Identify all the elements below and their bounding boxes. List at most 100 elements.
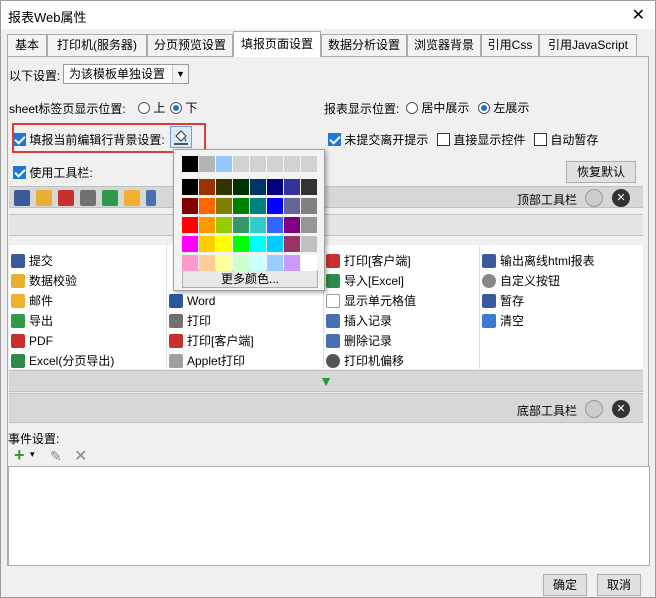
color-swatch[interactable]	[267, 236, 283, 252]
color-swatch[interactable]	[267, 217, 283, 233]
events-list[interactable]	[8, 466, 650, 566]
validate-icon[interactable]	[36, 190, 52, 206]
color-swatch[interactable]	[216, 236, 232, 252]
grid-item-import-excel[interactable]: 导入[Excel]	[326, 271, 404, 291]
color-swatch[interactable]	[199, 236, 215, 252]
sheet-bottom-radio[interactable]: 下	[170, 99, 197, 116]
more-icon[interactable]	[146, 190, 156, 206]
tab-css[interactable]: 引用Css	[481, 34, 539, 56]
grid-item-applet-print[interactable]: Applet打印	[169, 351, 245, 371]
scope-select[interactable]: 为该模板单独设置 ▼	[63, 64, 189, 84]
color-swatch[interactable]	[182, 179, 198, 195]
color-swatch[interactable]	[250, 236, 266, 252]
grid-item-insert-row[interactable]: 插入记录	[326, 311, 392, 331]
more-colors-button[interactable]: 更多颜色...	[182, 270, 318, 288]
grid-item-delete-row[interactable]: 删除记录	[326, 331, 392, 351]
color-swatch[interactable]	[250, 179, 266, 195]
color-swatch[interactable]	[250, 198, 266, 214]
grid-item-clear[interactable]: 清空	[482, 311, 524, 331]
submit-icon[interactable]	[14, 190, 30, 206]
grid-item-excel-page[interactable]: Excel(分页导出)	[11, 351, 114, 371]
color-swatch[interactable]	[267, 255, 283, 271]
grid-item-printer-offset[interactable]: 打印机偏移	[326, 351, 404, 371]
color-swatch[interactable]	[216, 198, 232, 214]
color-swatch[interactable]	[301, 156, 317, 172]
color-swatch[interactable]	[199, 198, 215, 214]
color-swatch[interactable]	[216, 156, 232, 172]
add-icon[interactable]: +	[14, 445, 25, 466]
color-swatch[interactable]	[301, 198, 317, 214]
grid-item-show-cell[interactable]: 显示单元格值	[326, 291, 416, 311]
color-swatch[interactable]	[267, 156, 283, 172]
color-swatch[interactable]	[233, 217, 249, 233]
color-swatch[interactable]	[233, 156, 249, 172]
grid-item-submit[interactable]: 提交	[11, 251, 53, 271]
pdf-icon[interactable]	[58, 190, 74, 206]
mail-icon[interactable]	[124, 190, 140, 206]
grid-item-stash[interactable]: 暂存	[482, 291, 524, 311]
tab-fill-page[interactable]: 填报页面设置	[233, 31, 321, 57]
paint-bucket-button[interactable]	[170, 126, 192, 148]
report-left-radio[interactable]: 左展示	[478, 99, 529, 116]
color-swatch[interactable]	[267, 179, 283, 195]
grid-item-offline-html[interactable]: 输出离线html报表	[482, 251, 595, 271]
tab-basic[interactable]: 基本	[7, 34, 47, 56]
report-center-radio[interactable]: 居中展示	[406, 99, 469, 116]
color-swatch[interactable]	[267, 198, 283, 214]
color-swatch[interactable]	[301, 217, 317, 233]
toolbar-checkbox[interactable]: 使用工具栏:	[13, 164, 93, 181]
color-swatch[interactable]	[301, 255, 317, 271]
color-swatch[interactable]	[233, 198, 249, 214]
color-swatch[interactable]	[182, 217, 198, 233]
restore-default-button[interactable]: 恢复默认	[566, 161, 636, 183]
color-swatch[interactable]	[284, 198, 300, 214]
grid-item-print-client2[interactable]: 打印[客户端]	[326, 251, 411, 271]
arrow-down-icon[interactable]: ▼	[319, 373, 333, 389]
fill-bg-checkbox[interactable]: 填报当前编辑行背景设置:	[13, 131, 165, 148]
tab-browser-bg[interactable]: 浏览器背景	[407, 34, 481, 56]
color-swatch[interactable]	[233, 179, 249, 195]
tab-data-analysis[interactable]: 数据分析设置	[321, 34, 407, 56]
grid-item-export[interactable]: 导出	[11, 311, 53, 331]
color-swatch[interactable]	[216, 217, 232, 233]
color-swatch[interactable]	[233, 255, 249, 271]
print-icon[interactable]	[80, 190, 96, 206]
tab-javascript[interactable]: 引用JavaScript	[539, 34, 637, 56]
gear-icon[interactable]	[585, 400, 603, 418]
autosave-checkbox[interactable]: 自动暂存	[534, 131, 598, 148]
export-icon[interactable]	[102, 190, 118, 206]
color-swatch[interactable]	[199, 179, 215, 195]
color-swatch[interactable]	[284, 179, 300, 195]
color-swatch[interactable]	[301, 236, 317, 252]
grid-item-word[interactable]: Word	[169, 291, 215, 311]
color-swatch[interactable]	[199, 217, 215, 233]
color-swatch[interactable]	[182, 198, 198, 214]
edit-icon[interactable]: ✎	[50, 448, 62, 465]
color-swatch[interactable]	[182, 236, 198, 252]
sheet-top-radio[interactable]: 上	[138, 99, 165, 116]
color-swatch[interactable]	[199, 156, 215, 172]
grid-item-pdf[interactable]: PDF	[11, 331, 53, 351]
color-swatch[interactable]	[284, 236, 300, 252]
close-icon[interactable]: ✕	[632, 5, 645, 25]
direct-ctrl-checkbox[interactable]: 直接显示控件	[437, 131, 525, 148]
color-swatch[interactable]	[284, 156, 300, 172]
color-swatch[interactable]	[250, 217, 266, 233]
color-swatch[interactable]	[182, 255, 198, 271]
color-swatch[interactable]	[199, 255, 215, 271]
color-swatch[interactable]	[284, 217, 300, 233]
color-swatch[interactable]	[250, 255, 266, 271]
cancel-button[interactable]: 取消	[597, 574, 641, 596]
color-swatch[interactable]	[233, 236, 249, 252]
grid-item-custom-button[interactable]: 自定义按钮	[482, 271, 560, 291]
color-swatch[interactable]	[284, 255, 300, 271]
color-swatch[interactable]	[301, 179, 317, 195]
tab-printer-server[interactable]: 打印机(服务器)	[47, 34, 147, 56]
color-swatch[interactable]	[250, 156, 266, 172]
ok-button[interactable]: 确定	[543, 574, 587, 596]
grid-item-mail[interactable]: 邮件	[11, 291, 53, 311]
unsubmitted-checkbox[interactable]: 未提交离开提示	[328, 131, 428, 148]
close-icon[interactable]: ✕	[612, 189, 630, 207]
grid-item-validate[interactable]: 数据校验	[11, 271, 77, 291]
color-swatch[interactable]	[182, 156, 198, 172]
